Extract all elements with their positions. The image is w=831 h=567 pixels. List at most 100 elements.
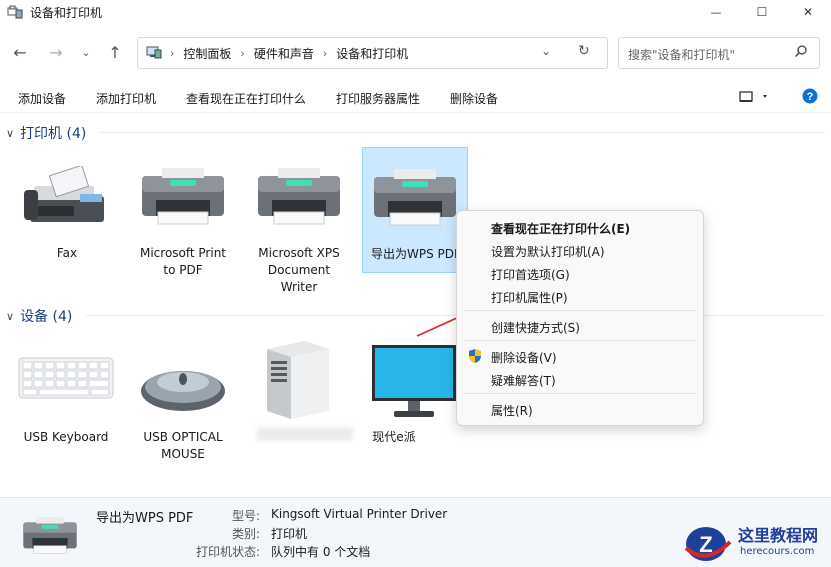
close-icon: ✕ xyxy=(802,5,814,19)
breadcrumb: › 控制面板 › 硬件和声音 › 设备和打印机 xyxy=(170,45,408,62)
menu-item-set-default[interactable]: 设置为默认打印机(A) xyxy=(491,243,605,260)
address-bar[interactable]: › 控制面板 › 硬件和声音 › 设备和打印机 ⌄ ↻ xyxy=(137,37,608,69)
menu-item-printing-preferences[interactable]: 打印首选项(G) xyxy=(491,266,570,283)
watermark-logo-icon: Z xyxy=(684,522,734,567)
add-printer-button[interactable]: 添加打印机 xyxy=(96,90,156,107)
printer-label: Document xyxy=(267,263,331,277)
printer-label: Microsoft Print xyxy=(139,246,227,260)
printer-label: Fax xyxy=(56,246,78,260)
monitor-icon xyxy=(370,343,458,424)
model-value: Kingsoft Virtual Printer Driver xyxy=(271,507,448,521)
printer-item-microsoft-xps[interactable]: Microsoft XPS Document Writer xyxy=(249,148,349,298)
printers-group-title: 打印机 (4) xyxy=(20,126,87,142)
printer-label: Writer xyxy=(280,280,318,294)
chevron-down-icon: ∨ xyxy=(6,126,15,140)
menu-item-troubleshoot[interactable]: 疑难解答(T) xyxy=(491,372,556,389)
title-bar: 设备和打印机 — ☐ ✕ xyxy=(0,0,831,24)
refresh-icon[interactable]: ↻ xyxy=(578,43,590,59)
chevron-down-icon: ∨ xyxy=(6,309,15,323)
menu-item-create-shortcut[interactable]: 创建快捷方式(S) xyxy=(491,319,580,336)
computer-tower-icon xyxy=(265,339,331,426)
printer-icon xyxy=(140,168,226,231)
svg-text:?: ? xyxy=(807,91,814,103)
add-device-button[interactable]: 添加设备 xyxy=(18,90,66,107)
printer-icon xyxy=(372,169,458,232)
see-whats-printing-button[interactable]: 查看现在正在打印什么 xyxy=(186,90,306,107)
arrow-left-icon: ← xyxy=(13,42,27,62)
fax-icon xyxy=(24,164,110,235)
close-button[interactable]: ✕ xyxy=(785,0,831,24)
group-divider xyxy=(100,132,825,133)
maximize-button[interactable]: ☐ xyxy=(739,0,785,24)
chevron-down-icon: ⌄ xyxy=(81,45,91,59)
device-item-monitor[interactable]: 现代e派 xyxy=(362,335,462,465)
device-label: 现代e派 xyxy=(372,430,416,444)
site-watermark: Z 这里教程网 herecours.com xyxy=(684,520,829,564)
breadcrumb-control-panel[interactable]: 控制面板 xyxy=(183,45,231,62)
command-bar: 添加设备 添加打印机 查看现在正在打印什么 打印服务器属性 删除设备 ? xyxy=(0,84,831,113)
device-item-usb-optical-mouse[interactable]: USB OPTICAL MOUSE xyxy=(133,335,233,465)
devices-group-header[interactable]: ∨ 设备 (4) xyxy=(6,306,72,326)
group-divider xyxy=(702,315,825,316)
recent-locations-button[interactable]: ⌄ xyxy=(76,42,96,62)
control-panel-icon xyxy=(146,45,162,62)
forward-button[interactable]: → xyxy=(46,42,66,62)
back-button[interactable]: ← xyxy=(10,42,30,62)
svg-text:Z: Z xyxy=(699,532,712,557)
selected-printer-name: 导出为WPS PDF xyxy=(96,511,194,526)
category-label: 类别: xyxy=(232,527,261,541)
group-divider xyxy=(86,315,456,316)
menu-item-remove-device[interactable]: 删除设备(V) xyxy=(491,349,557,366)
device-label: USB Keyboard xyxy=(23,430,109,444)
printer-label: Microsoft XPS xyxy=(258,246,340,260)
blurred-name-redaction xyxy=(257,427,353,441)
minimize-button[interactable]: — xyxy=(693,0,739,24)
minimize-icon: — xyxy=(710,5,722,19)
help-icon[interactable]: ? xyxy=(802,88,818,107)
breadcrumb-separator-icon: › xyxy=(170,47,175,60)
arrow-right-icon: → xyxy=(49,42,63,62)
print-server-properties-button[interactable]: 打印服务器属性 xyxy=(336,90,420,107)
search-placeholder: 搜索"设备和打印机" xyxy=(628,48,736,62)
mouse-icon xyxy=(139,365,227,418)
context-menu: 查看现在正在打印什么(E) 设置为默认打印机(A) 打印首选项(G) 打印机属性… xyxy=(456,210,704,426)
printers-group-header[interactable]: ∨ 打印机 (4) xyxy=(6,123,86,143)
devices-printers-app-icon xyxy=(7,5,23,19)
device-label: USB OPTICAL xyxy=(143,430,223,444)
address-dropdown-icon[interactable]: ⌄ xyxy=(541,44,551,58)
breadcrumb-separator-icon: › xyxy=(240,47,245,60)
printer-label: to PDF xyxy=(163,263,203,277)
remove-device-button[interactable]: 删除设备 xyxy=(450,90,498,107)
breadcrumb-devices-printers[interactable]: 设备和打印机 xyxy=(336,45,408,62)
watermark-site-url: herecours.com xyxy=(740,546,815,557)
search-box[interactable]: 搜索"设备和打印机" xyxy=(618,37,820,69)
model-label: 型号: xyxy=(232,509,261,523)
maximize-icon: ☐ xyxy=(756,5,768,19)
category-value: 打印机 xyxy=(271,527,308,541)
menu-item-see-whats-printing[interactable]: 查看现在正在打印什么(E) xyxy=(491,220,630,237)
menu-item-properties[interactable]: 属性(R) xyxy=(491,402,533,419)
keyboard-icon xyxy=(18,357,114,404)
printer-status-label: 打印机状态: xyxy=(196,545,261,559)
printer-item-wps-pdf[interactable]: 导出为WPS PDF xyxy=(362,147,468,273)
printer-item-fax[interactable]: Fax xyxy=(17,148,117,298)
devices-group-title: 设备 (4) xyxy=(20,309,73,325)
search-icon[interactable] xyxy=(794,44,808,61)
printer-status-value: 队列中有 0 个文档 xyxy=(271,545,371,559)
device-item-computer[interactable] xyxy=(249,335,353,465)
device-label: MOUSE xyxy=(161,447,205,461)
printer-icon xyxy=(22,516,78,559)
uac-shield-icon xyxy=(468,348,482,367)
watermark-site-name: 这里教程网 xyxy=(738,526,819,545)
breadcrumb-separator-icon: › xyxy=(322,47,328,60)
printer-icon xyxy=(256,168,342,231)
breadcrumb-hardware-sound[interactable]: 硬件和声音 xyxy=(254,45,314,62)
menu-separator xyxy=(465,310,695,311)
up-button[interactable]: ↑ xyxy=(105,42,125,62)
menu-item-printer-properties[interactable]: 打印机属性(P) xyxy=(491,289,568,306)
window-title: 设备和打印机 xyxy=(30,6,103,20)
device-item-usb-keyboard[interactable]: USB Keyboard xyxy=(16,335,116,465)
menu-separator xyxy=(465,340,695,341)
printer-item-microsoft-print-to-pdf[interactable]: Microsoft Print to PDF xyxy=(133,148,233,298)
view-options-icon[interactable] xyxy=(739,90,769,107)
